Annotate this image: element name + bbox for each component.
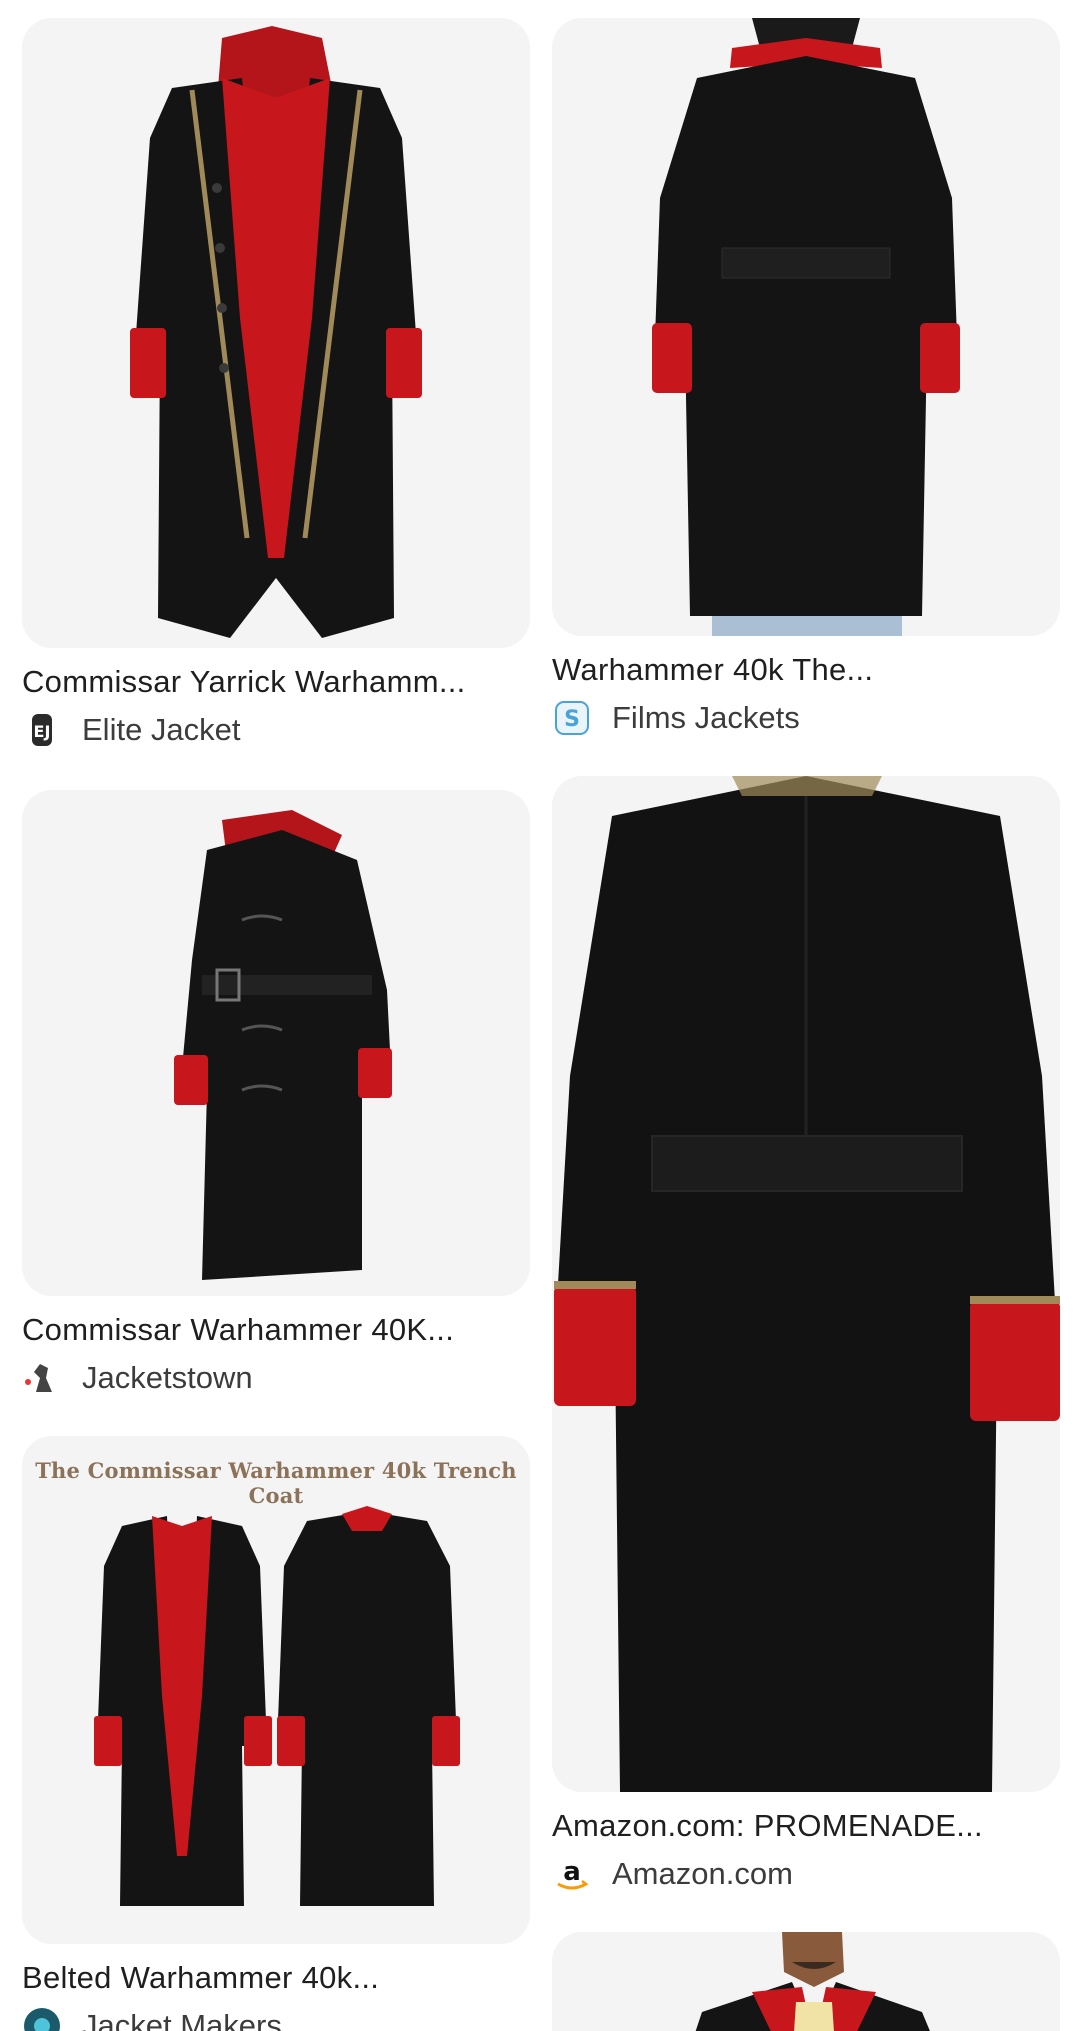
result-thumbnail[interactable] bbox=[22, 18, 530, 648]
result-source-name: Jacket Makers bbox=[82, 2008, 282, 2031]
result-source[interactable]: S Films Jackets bbox=[552, 696, 1060, 740]
result-source-name: Films Jackets bbox=[612, 700, 800, 735]
films-jackets-favicon-icon: S bbox=[552, 698, 592, 738]
result-source[interactable]: EJ Elite Jacket bbox=[22, 708, 530, 752]
result-card[interactable]: Warhammer 40k The... S Films Jackets bbox=[552, 18, 1060, 740]
result-title[interactable]: Warhammer 40k The... bbox=[552, 650, 1060, 690]
svg-text:EJ: EJ bbox=[34, 722, 51, 741]
result-thumbnail[interactable] bbox=[552, 1932, 1060, 2031]
result-source-name: Elite Jacket bbox=[82, 712, 241, 747]
result-title[interactable]: Commissar Warhammer 40K... bbox=[22, 1310, 530, 1350]
coat-side-image bbox=[22, 790, 530, 1296]
result-title[interactable]: Belted Warhammer 40k... bbox=[22, 1958, 530, 1998]
result-thumbnail[interactable]: The Commissar Warhammer 40k Trench Coat bbox=[22, 1436, 530, 1944]
model-coat-image bbox=[552, 1932, 1060, 2031]
result-title[interactable]: Amazon.com: PROMENADE... bbox=[552, 1806, 1060, 1846]
result-source-name: Jacketstown bbox=[82, 1360, 253, 1395]
result-thumbnail[interactable] bbox=[552, 776, 1060, 1792]
result-source[interactable]: Jacketstown bbox=[22, 1356, 530, 1400]
result-card[interactable]: Amazon.com: PROMENADE... a Amazon.com bbox=[552, 776, 1060, 1896]
result-card[interactable]: The Commissar Warhammer 40k Trench Coat … bbox=[22, 1436, 530, 2031]
result-source-name: Amazon.com bbox=[612, 1856, 793, 1891]
result-source[interactable]: Jacket Makers bbox=[22, 2004, 530, 2031]
jacketstown-favicon-icon bbox=[22, 1358, 62, 1398]
svg-text:a: a bbox=[563, 1857, 581, 1887]
elite-jacket-favicon-icon: EJ bbox=[22, 710, 62, 750]
result-source[interactable]: a Amazon.com bbox=[552, 1852, 1060, 1896]
coat-front-image bbox=[22, 18, 530, 648]
coat-back-closeup-image bbox=[552, 776, 1060, 1792]
result-thumbnail[interactable] bbox=[552, 18, 1060, 636]
image-banner-text: The Commissar Warhammer 40k Trench Coat bbox=[35, 1458, 517, 1508]
svg-text:S: S bbox=[564, 707, 580, 732]
result-thumbnail[interactable] bbox=[22, 790, 530, 1296]
result-card[interactable]: Commissar Yarrick Warhamm... EJ Elite Ja… bbox=[22, 18, 530, 752]
jacket-makers-favicon-icon bbox=[22, 2006, 62, 2031]
coat-back-model-image bbox=[552, 18, 1060, 636]
result-title[interactable]: Commissar Yarrick Warhamm... bbox=[22, 662, 530, 702]
amazon-favicon-icon: a bbox=[552, 1854, 592, 1894]
coat-front-back-image bbox=[22, 1436, 530, 1944]
image-results-grid: Commissar Yarrick Warhamm... EJ Elite Ja… bbox=[0, 0, 1080, 2031]
result-card[interactable]: Commissar Warhammer 40K... Jacketstown bbox=[22, 790, 530, 1400]
result-card[interactable] bbox=[552, 1932, 1060, 2031]
